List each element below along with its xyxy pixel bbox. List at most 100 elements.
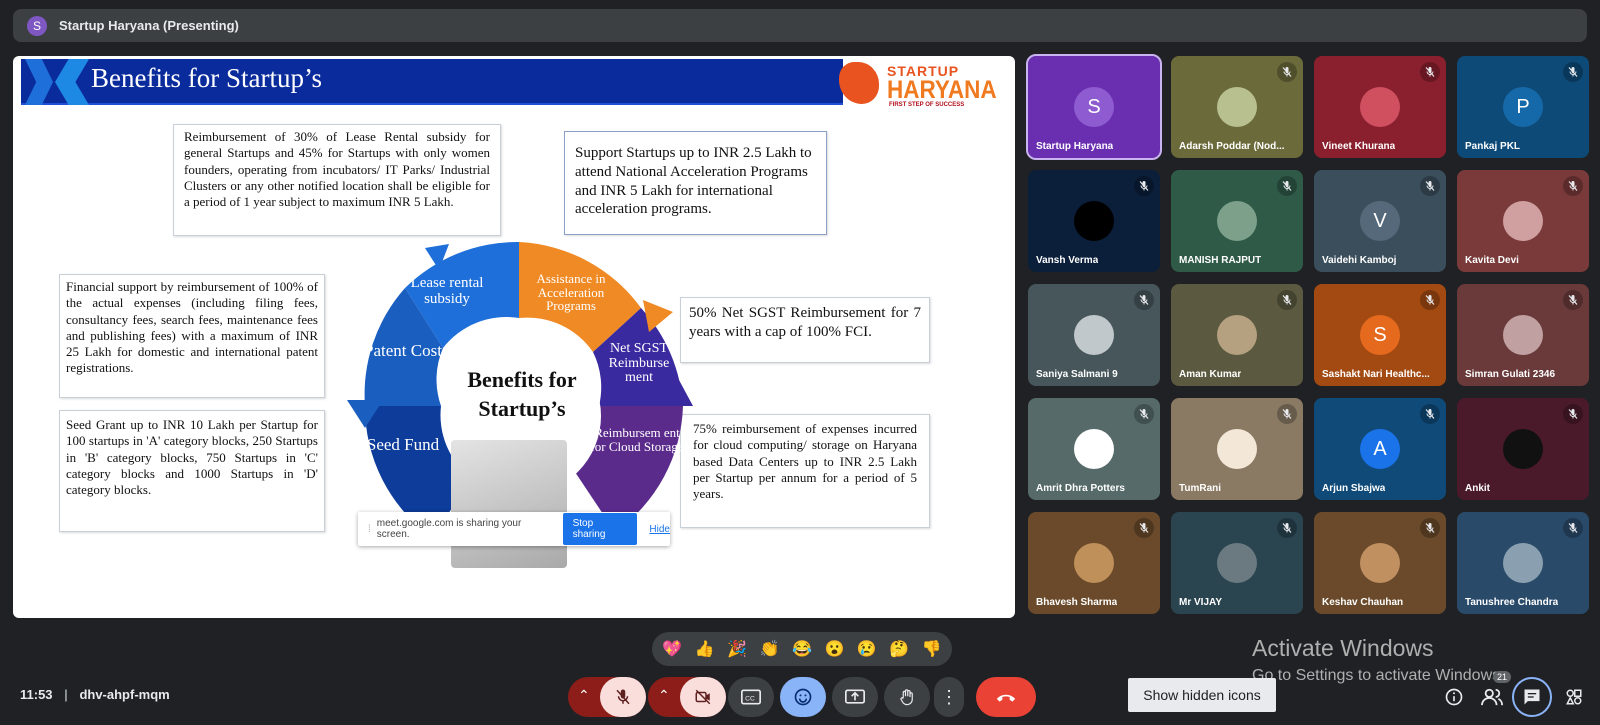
sgst-box: 50% Net SGST Reimbursement for 7 years w…: [680, 297, 930, 363]
participant-tile[interactable]: Bhavesh Sharma: [1028, 512, 1160, 614]
reaction-emoji-button[interactable]: 🤔: [885, 639, 913, 659]
participant-tile[interactable]: TumRani: [1171, 398, 1303, 500]
participant-tile[interactable]: Keshav Chauhan: [1314, 512, 1446, 614]
participant-name: Saniya Salmani 9: [1036, 369, 1118, 380]
mic-off-icon: [1277, 404, 1297, 424]
cloud-storage-box: 75% reimbursement of expenses incurred f…: [680, 414, 930, 528]
segment-sgst-label: Net SGST Reimburse ment: [608, 341, 670, 386]
participant-tile[interactable]: MANISH RAJPUT: [1171, 170, 1303, 272]
avatar: [1074, 543, 1114, 583]
participant-name: Vaidehi Kamboj: [1322, 255, 1397, 266]
hide-share-bar-link[interactable]: Hide: [649, 524, 670, 535]
avatar: S: [1360, 315, 1400, 355]
people-icon: [1481, 688, 1503, 706]
participant-tile[interactable]: Simran Gulati 2346: [1457, 284, 1589, 386]
mic-off-icon: [1277, 518, 1297, 538]
mic-off-icon: [1277, 176, 1297, 196]
patent-box: Financial support by reimbursement of 10…: [59, 274, 325, 398]
participant-tile[interactable]: Adarsh Poddar (Nod...: [1171, 56, 1303, 158]
mic-off-icon: [1563, 62, 1583, 82]
reaction-emoji-button[interactable]: 👎: [918, 639, 946, 659]
meeting-details-button[interactable]: [1440, 683, 1468, 711]
svg-text:CC: CC: [745, 695, 755, 702]
participant-tile[interactable]: A Arjun Sbajwa: [1314, 398, 1446, 500]
segment-cloud-label: Reimbursem ent for Cloud Storage: [590, 425, 684, 454]
camera-options-chevron-icon[interactable]: ⌃: [658, 687, 670, 704]
mic-off-icon: [1563, 518, 1583, 538]
reaction-emoji-button[interactable]: 👏: [756, 639, 784, 659]
reaction-emoji-button[interactable]: 😮: [820, 639, 848, 659]
participant-name: Startup Haryana: [1036, 141, 1114, 152]
segment-seed-label: Seed Fund: [366, 435, 440, 454]
chat-button[interactable]: [1512, 677, 1552, 717]
camera-off-button[interactable]: [680, 677, 726, 717]
drag-handle-icon[interactable]: ⁞: [368, 524, 371, 535]
avatar: [1217, 543, 1257, 583]
mic-off-icon: [1420, 176, 1440, 196]
participant-tile[interactable]: Tanushree Chandra: [1457, 512, 1589, 614]
slide-title: Benefits for Startup’s: [91, 63, 322, 93]
participant-tile[interactable]: Saniya Salmani 9: [1028, 284, 1160, 386]
meeting-code: dhv-ahpf-mqm: [79, 687, 170, 702]
stop-sharing-button[interactable]: Stop sharing: [562, 513, 638, 545]
mic-options-chevron-icon[interactable]: ⌃: [578, 687, 590, 704]
people-button[interactable]: 21: [1478, 671, 1512, 711]
show-hidden-icons-tooltip: Show hidden icons: [1128, 678, 1276, 712]
info-icon: [1445, 688, 1463, 706]
more-vert-icon: ⋮: [940, 687, 958, 707]
avatar: [1217, 315, 1257, 355]
participant-name: Aman Kumar: [1179, 369, 1242, 380]
mic-off-icon: [616, 689, 630, 705]
participant-name: Adarsh Poddar (Nod...: [1179, 141, 1285, 152]
avatar: [1217, 429, 1257, 469]
participant-tile[interactable]: Kavita Devi: [1457, 170, 1589, 272]
mic-off-icon: [1420, 518, 1440, 538]
activities-button[interactable]: [1560, 683, 1588, 711]
more-options-button[interactable]: ⋮: [934, 677, 964, 717]
reaction-emoji-button[interactable]: 👍: [691, 639, 719, 659]
participant-tile[interactable]: V Vaidehi Kamboj: [1314, 170, 1446, 272]
mic-off-button[interactable]: [600, 677, 646, 717]
participant-tile[interactable]: Mr VIJAY: [1171, 512, 1303, 614]
reaction-emoji-button[interactable]: 😂: [788, 639, 816, 659]
avatar: [1074, 315, 1114, 355]
captions-button[interactable]: CC: [728, 677, 774, 717]
participant-tile[interactable]: P Pankaj PKL: [1457, 56, 1589, 158]
participant-count-badge: 21: [1493, 671, 1512, 683]
present-button[interactable]: [832, 677, 878, 717]
share-message: meet.google.com is sharing your screen.: [376, 518, 522, 540]
participant-tile[interactable]: Vineet Khurana: [1314, 56, 1446, 158]
segment-lease-label: Lease rental subsidy: [410, 275, 484, 307]
participant-tile[interactable]: S Sashakt Nari Healthc...: [1314, 284, 1446, 386]
mic-off-icon: [1563, 404, 1583, 424]
raise-hand-button[interactable]: [884, 677, 930, 717]
reaction-emoji-button[interactable]: 💖: [658, 639, 686, 659]
presenter-title: Startup Haryana (Presenting): [59, 18, 239, 33]
end-call-icon: [996, 694, 1016, 702]
screen-share-bar: ⁞ meet.google.com is sharing your screen…: [358, 512, 670, 546]
acceleration-box: Support Startups up to INR 2.5 Lakh to a…: [564, 131, 827, 235]
mic-off-icon: [1420, 62, 1440, 82]
participant-tile[interactable]: Amrit Dhra Potters: [1028, 398, 1160, 500]
participant-tile[interactable]: Ankit: [1457, 398, 1589, 500]
hand-icon: [900, 689, 913, 706]
reaction-emoji-button[interactable]: 🎉: [723, 639, 751, 659]
briefcase-image: [451, 440, 567, 568]
participant-tile[interactable]: Aman Kumar: [1171, 284, 1303, 386]
participant-tile[interactable]: S Startup Haryana: [1026, 54, 1162, 160]
leave-call-button[interactable]: [976, 677, 1036, 717]
captions-icon: CC: [741, 689, 761, 705]
avatar: [1217, 87, 1257, 127]
avatar: [1503, 543, 1543, 583]
participant-tile[interactable]: Vansh Verma: [1028, 170, 1160, 272]
mic-off-icon: [1134, 404, 1154, 424]
reactions-bar: 💖 👍 🎉 👏 😂 😮 😢 🤔 👎: [652, 632, 952, 666]
meeting-info: 11:53 | dhv-ahpf-mqm: [20, 687, 170, 702]
reactions-button[interactable]: [780, 677, 826, 717]
reaction-emoji-button[interactable]: 😢: [853, 639, 881, 659]
separator: |: [64, 687, 68, 702]
seed-grant-box: Seed Grant up to INR 10 Lakh per Startup…: [59, 410, 325, 532]
participant-name: Simran Gulati 2346: [1465, 369, 1556, 380]
participant-name: Bhavesh Sharma: [1036, 597, 1118, 608]
mic-off-icon: [1134, 290, 1154, 310]
